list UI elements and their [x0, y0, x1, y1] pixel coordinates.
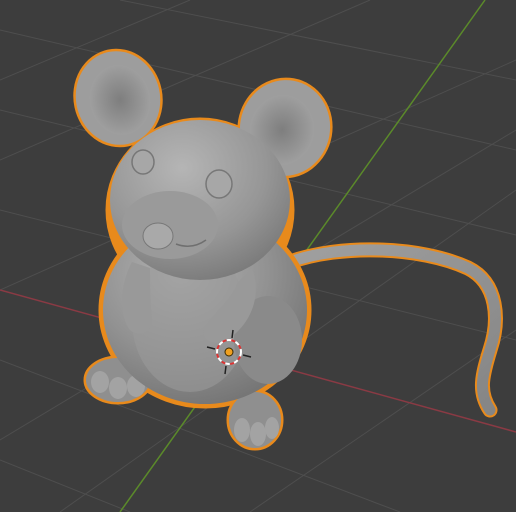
mouse-eye-right: [205, 169, 233, 199]
mouse-tail[interactable]: [282, 242, 503, 418]
mouse-foot-right[interactable]: [229, 392, 281, 448]
mouse-object[interactable]: [67, 43, 503, 451]
mouse-nose: [142, 222, 174, 250]
mouse-eye-left: [131, 149, 155, 175]
viewport-canvas[interactable]: [0, 0, 516, 512]
object-origin-icon: [224, 347, 234, 357]
3d-viewport[interactable]: [0, 0, 516, 512]
mouse-head[interactable]: [110, 120, 290, 280]
